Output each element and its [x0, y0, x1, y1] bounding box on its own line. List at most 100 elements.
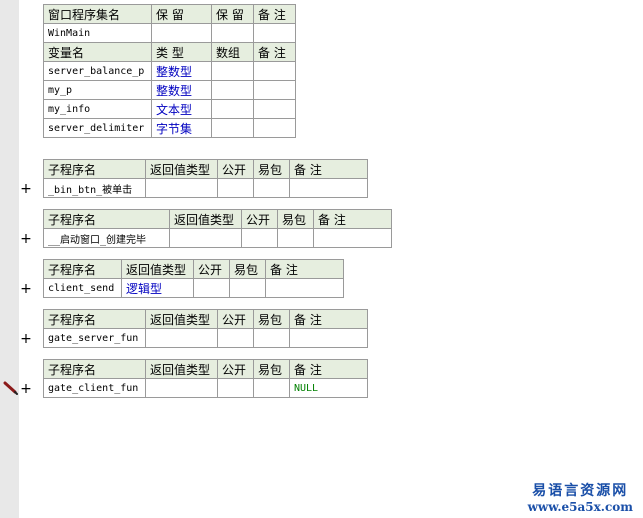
subroutine-name-cell[interactable]: _bin_btn_被单击	[43, 178, 146, 198]
subroutine-name-cell[interactable]: __启动窗口_创建完毕	[43, 228, 170, 248]
subroutine-header-row: 子程序名 返回值类型 公开 易包 备 注	[43, 359, 368, 379]
variable-row[interactable]: server_balance_p 整数型	[43, 61, 296, 81]
subroutine-name-cell[interactable]: gate_client_fun	[43, 378, 146, 398]
subroutine-table: 子程序名 返回值类型 公开 易包 备 注 __启动窗口_创建完毕	[43, 209, 392, 248]
expand-subroutine-button[interactable]: +	[20, 332, 32, 346]
variable-row[interactable]: server_delimiter 字节集	[43, 118, 296, 138]
variable-remark-cell[interactable]	[253, 99, 296, 119]
variable-header-row: 变量名 类 型 数组 备 注	[43, 42, 296, 62]
assembly-table: 窗口程序集名 保 留 保 留 备 注 WinMain 变量名 类 型 数组 备 …	[43, 4, 296, 138]
assembly-remark-cell[interactable]	[253, 23, 296, 43]
subroutine-header-remark: 备 注	[313, 209, 392, 229]
subroutine-header-return-type: 返回值类型	[169, 209, 242, 229]
subroutine-header-remark: 备 注	[289, 159, 368, 179]
subroutine-header-return-type: 返回值类型	[121, 259, 194, 279]
subroutine-header-row: 子程序名 返回值类型 公开 易包 备 注	[43, 159, 368, 179]
subroutine-header-name: 子程序名	[43, 209, 170, 229]
subroutine-header-row: 子程序名 返回值类型 公开 易包 备 注	[43, 259, 344, 279]
subroutine-header-name: 子程序名	[43, 259, 122, 279]
assembly-name-cell[interactable]: WinMain	[43, 23, 152, 43]
variable-name-cell[interactable]: server_delimiter	[43, 118, 152, 138]
subroutine-public-cell[interactable]	[217, 178, 254, 198]
subroutine-name-cell[interactable]: gate_server_fun	[43, 328, 146, 348]
variable-header-remark: 备 注	[253, 42, 296, 62]
variable-type-cell[interactable]: 字节集	[151, 118, 212, 138]
subroutine-public-cell[interactable]	[193, 278, 230, 298]
subroutine-row[interactable]: gate_server_fun	[43, 328, 368, 348]
subroutine-public-cell[interactable]	[241, 228, 278, 248]
subroutine-header-remark: 备 注	[289, 309, 368, 329]
variable-remark-cell[interactable]	[253, 61, 296, 81]
assembly-header-name: 窗口程序集名	[43, 4, 152, 24]
variable-array-cell[interactable]	[211, 118, 254, 138]
subroutine-header-return-type: 返回值类型	[145, 159, 218, 179]
watermark-url: www.e5a5x.com	[527, 500, 633, 514]
watermark-title: 易语言资源网	[532, 483, 629, 499]
assembly-reserved-2-cell[interactable]	[211, 23, 254, 43]
variable-array-cell[interactable]	[211, 61, 254, 81]
subroutine-header-easy-package: 易包	[253, 309, 290, 329]
assembly-header-remark: 备 注	[253, 4, 296, 24]
expand-subroutine-button[interactable]: +	[20, 282, 32, 296]
subroutine-row[interactable]: _bin_btn_被单击	[43, 178, 368, 198]
subroutine-header-easy-package: 易包	[229, 259, 266, 279]
subroutine-header-easy-package: 易包	[253, 159, 290, 179]
subroutine-table: 子程序名 返回值类型 公开 易包 备 注 gate_client_fun NUL…	[43, 359, 368, 398]
subroutine-header-public: 公开	[193, 259, 230, 279]
subroutine-row[interactable]: __启动窗口_创建完毕	[43, 228, 392, 248]
subroutine-header-remark: 备 注	[289, 359, 368, 379]
subroutine-remark-cell[interactable]: NULL	[289, 378, 368, 398]
subroutine-header-name: 子程序名	[43, 309, 146, 329]
subroutine-table: 子程序名 返回值类型 公开 易包 备 注 _bin_btn_被单击	[43, 159, 368, 198]
subroutine-header-easy-package: 易包	[277, 209, 314, 229]
variable-remark-cell[interactable]	[253, 118, 296, 138]
variable-array-cell[interactable]	[211, 99, 254, 119]
variable-type-cell[interactable]: 文本型	[151, 99, 212, 119]
variable-type-cell[interactable]: 整数型	[151, 61, 212, 81]
variable-name-cell[interactable]: my_info	[43, 99, 152, 119]
subroutine-easy-package-cell[interactable]	[253, 328, 290, 348]
variable-array-cell[interactable]	[211, 80, 254, 100]
assembly-header-reserved-2: 保 留	[211, 4, 254, 24]
subroutine-row[interactable]: gate_client_fun NULL	[43, 378, 368, 398]
expand-subroutine-button[interactable]: +	[20, 232, 32, 246]
subroutine-easy-package-cell[interactable]	[253, 378, 290, 398]
assembly-reserved-1-cell[interactable]	[151, 23, 212, 43]
variable-header-type: 类 型	[151, 42, 212, 62]
subroutine-public-cell[interactable]	[217, 328, 254, 348]
subroutine-return-type-cell[interactable]	[169, 228, 242, 248]
subroutine-header-name: 子程序名	[43, 159, 146, 179]
subroutine-header-public: 公开	[217, 159, 254, 179]
subroutine-header-return-type: 返回值类型	[145, 309, 218, 329]
variable-name-cell[interactable]: server_balance_p	[43, 61, 152, 81]
subroutine-easy-package-cell[interactable]	[277, 228, 314, 248]
variable-type-cell[interactable]: 整数型	[151, 80, 212, 100]
subroutine-remark-cell[interactable]	[289, 178, 368, 198]
subroutine-header-remark: 备 注	[265, 259, 344, 279]
expand-subroutine-button[interactable]: +	[20, 182, 32, 196]
variable-header-name: 变量名	[43, 42, 152, 62]
assembly-row[interactable]: WinMain	[43, 23, 296, 43]
subroutine-return-type-cell[interactable]	[145, 178, 218, 198]
subroutine-return-type-cell[interactable]	[145, 378, 218, 398]
variable-row[interactable]: my_info 文本型	[43, 99, 296, 119]
subroutine-remark-cell[interactable]	[313, 228, 392, 248]
subroutine-easy-package-cell[interactable]	[253, 178, 290, 198]
editor-gutter	[0, 0, 19, 518]
subroutine-row[interactable]: client_send 逻辑型	[43, 278, 344, 298]
site-watermark: 易语言资源网 www.e5a5x.com	[528, 480, 633, 514]
variable-remark-cell[interactable]	[253, 80, 296, 100]
subroutine-header-return-type: 返回值类型	[145, 359, 218, 379]
variable-row[interactable]: my_p 整数型	[43, 80, 296, 100]
subroutine-remark-cell[interactable]	[265, 278, 344, 298]
assembly-header-row: 窗口程序集名 保 留 保 留 备 注	[43, 4, 296, 24]
subroutine-return-type-cell[interactable]: 逻辑型	[121, 278, 194, 298]
subroutine-remark-cell[interactable]	[289, 328, 368, 348]
variable-name-cell[interactable]: my_p	[43, 80, 152, 100]
subroutine-return-type-cell[interactable]	[145, 328, 218, 348]
subroutine-easy-package-cell[interactable]	[229, 278, 266, 298]
expand-subroutine-button[interactable]: +	[20, 382, 32, 396]
subroutine-name-cell[interactable]: client_send	[43, 278, 122, 298]
subroutine-header-row: 子程序名 返回值类型 公开 易包 备 注	[43, 209, 392, 229]
subroutine-public-cell[interactable]	[217, 378, 254, 398]
